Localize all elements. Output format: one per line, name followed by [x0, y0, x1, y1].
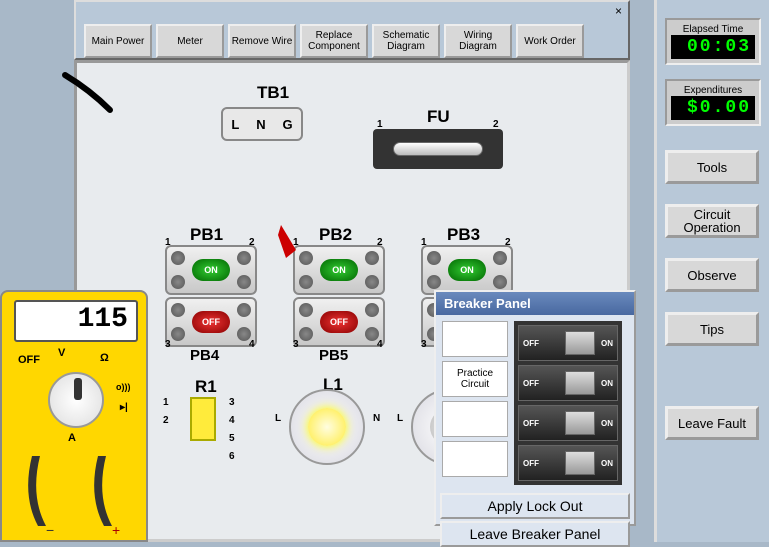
- breaker-switch-2[interactable]: OFFON: [518, 365, 618, 401]
- pb2-on[interactable]: ON: [320, 259, 358, 281]
- expenditures-value: $0.00: [671, 96, 755, 120]
- meter-display: 115: [14, 300, 138, 342]
- meter-diode-label: ▸|: [120, 402, 128, 413]
- light-l1[interactable]: [289, 389, 365, 465]
- meter-off-label: OFF: [18, 354, 40, 366]
- breaker-panel-title: Breaker Panel: [436, 292, 634, 315]
- breaker-switch-4[interactable]: OFFON: [518, 445, 618, 481]
- pb2-label: PB2: [319, 225, 352, 245]
- tb1-g: G: [282, 117, 292, 132]
- meter-button[interactable]: Meter: [156, 24, 224, 58]
- main-power-button[interactable]: Main Power: [84, 24, 152, 58]
- apply-lockout-button[interactable]: Apply Lock Out: [440, 493, 630, 519]
- elapsed-time-label: Elapsed Time: [671, 24, 755, 35]
- multimeter: 115 OFF V Ω o))) ▸| A − +: [0, 290, 148, 542]
- leave-fault-button[interactable]: Leave Fault: [665, 406, 759, 440]
- meter-sound-label: o))): [116, 382, 131, 392]
- breaker-switch-1[interactable]: OFFON: [518, 325, 618, 361]
- breaker-slot-3[interactable]: [442, 401, 508, 437]
- observe-button[interactable]: Observe: [665, 258, 759, 292]
- breaker-slot-practice[interactable]: Practice Circuit: [442, 361, 508, 397]
- replace-component-button[interactable]: Replace Component: [300, 24, 368, 58]
- circuit-operation-button[interactable]: Circuit Operation: [665, 204, 759, 238]
- pb1-on[interactable]: ON: [192, 259, 230, 281]
- pb3-on[interactable]: ON: [448, 259, 486, 281]
- meter-ohm-label: Ω: [100, 352, 109, 364]
- pb4-off[interactable]: OFF: [192, 311, 230, 333]
- elapsed-time-value: 00:03: [671, 35, 755, 59]
- tips-button[interactable]: Tips: [665, 312, 759, 346]
- tb1-l: L: [231, 117, 239, 132]
- close-button[interactable]: ×: [615, 4, 622, 18]
- leave-breaker-panel-button[interactable]: Leave Breaker Panel: [440, 521, 630, 547]
- sidebar: Elapsed Time 00:03 Expenditures $0.00 To…: [654, 0, 769, 542]
- wiring-diagram-button[interactable]: Wiring Diagram: [444, 24, 512, 58]
- r1-label: R1: [195, 377, 217, 397]
- pb1-label: PB1: [190, 225, 223, 245]
- tb1-label: TB1: [257, 83, 289, 103]
- elapsed-time-box: Elapsed Time 00:03: [665, 18, 761, 65]
- expenditures-box: Expenditures $0.00: [665, 79, 761, 126]
- fu-label: FU: [427, 107, 450, 127]
- meter-v-label: V: [58, 347, 65, 359]
- meter-dial[interactable]: [48, 372, 104, 428]
- pb5-off[interactable]: OFF: [320, 311, 358, 333]
- pb4-label: PB4: [190, 347, 219, 364]
- tb1-n: N: [256, 117, 265, 132]
- pb3-label: PB3: [447, 225, 480, 245]
- breaker-slot-1[interactable]: [442, 321, 508, 357]
- pb5-label: PB5: [319, 347, 348, 364]
- expenditures-label: Expenditures: [671, 85, 755, 96]
- breaker-switch-3[interactable]: OFFON: [518, 405, 618, 441]
- probe-clip-icon[interactable]: [276, 220, 306, 260]
- breaker-slot-4[interactable]: [442, 441, 508, 477]
- terminal-block-tb1[interactable]: L N G: [221, 107, 303, 141]
- breaker-panel: Breaker Panel Practice Circuit OFFON OFF…: [434, 290, 636, 526]
- fuse[interactable]: [373, 129, 503, 169]
- tools-button[interactable]: Tools: [665, 150, 759, 184]
- probe-cable-icon: [60, 70, 130, 120]
- toolbar: × Main Power Meter Remove Wire Replace C…: [74, 0, 630, 60]
- remove-wire-button[interactable]: Remove Wire: [228, 24, 296, 58]
- meter-a-label: A: [68, 432, 76, 444]
- schematic-diagram-button[interactable]: Schematic Diagram: [372, 24, 440, 58]
- work-order-button[interactable]: Work Order: [516, 24, 584, 58]
